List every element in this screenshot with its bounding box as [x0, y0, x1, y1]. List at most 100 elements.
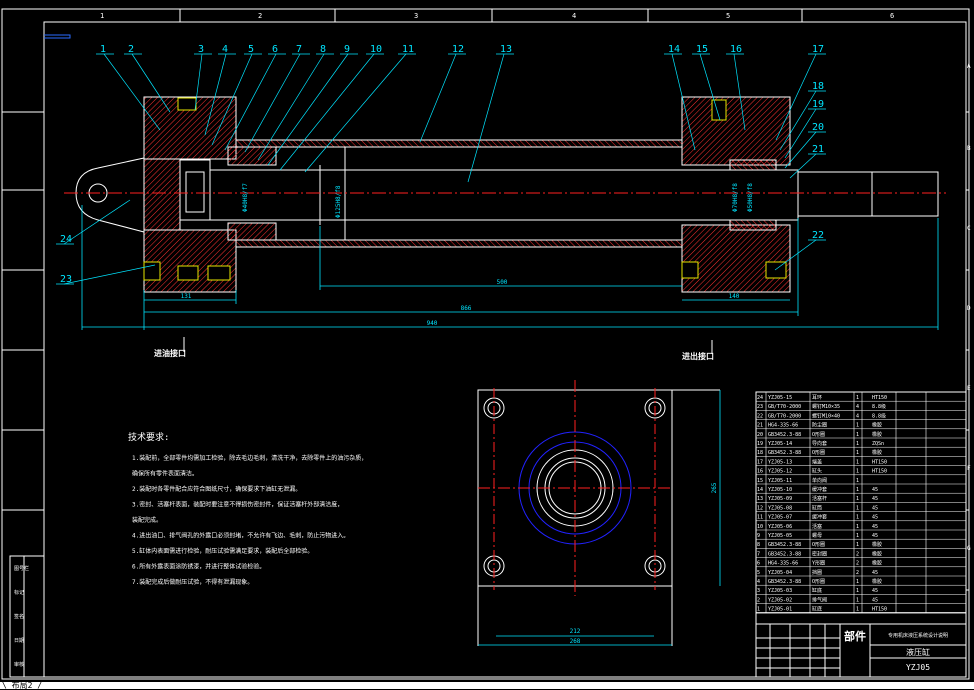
zone-column-label: 4 [572, 12, 576, 20]
parts-table-cell: 1 [856, 496, 859, 502]
parts-table-cell: 22 [757, 413, 763, 419]
title-block-project: 专用机床液压系统设计说明 [888, 632, 948, 639]
parts-table-cell: 45 [872, 597, 878, 603]
parts-table-cell: 1 [856, 469, 859, 475]
parts-table-cell: 20 [757, 432, 763, 438]
parts-table-cell: 1 [856, 607, 859, 613]
parts-table-cell: YZJ05-11 [768, 478, 792, 484]
parts-table-cell: YZJ05-10 [768, 487, 792, 493]
parts-table-cell: 单向阀 [812, 477, 827, 484]
parts-table-cell: 1 [856, 487, 859, 493]
title-block-drawing-no: YZJ05 [906, 663, 930, 672]
part-number-label: 10 [370, 44, 382, 55]
parts-table-cell: O形圈 [812, 541, 825, 548]
parts-table-cell: 橡胶 [872, 449, 882, 456]
parts-list-table: 24 YZJ05-15 耳环 1 HT15023 GB/T70-2000 螺钉M10×35 4… [755, 391, 967, 625]
piston-bottom [227, 222, 277, 241]
parts-table-cell: 1 [856, 588, 859, 594]
parts-table-cell: GB/T70-2000 [768, 404, 801, 410]
piston-rod [209, 169, 799, 221]
dim-500: 500 [497, 279, 508, 286]
parts-table-cell: 8 [757, 542, 760, 548]
part-number-label: 20 [812, 122, 824, 133]
part-number-label: 22 [812, 230, 824, 241]
parts-table-cell: 45 [872, 533, 878, 539]
gland-seal [729, 159, 777, 171]
part-leader-line [304, 53, 407, 173]
dim-131: 131 [181, 293, 192, 300]
parts-table-cell: 1 [856, 542, 859, 548]
parts-table-cell: GB3452.3-88 [768, 551, 801, 557]
part-number-label: 24 [60, 234, 72, 245]
part-number-label: 14 [668, 44, 680, 55]
parts-table-cell: Y形圈 [812, 560, 825, 567]
parts-table-cell: YZJ05-12 [768, 469, 792, 475]
dim-bore-right-a: Φ70H8/f8 [732, 183, 739, 212]
note-line: 3.密封、活塞杆表面，装配时要注意不得损伤密封件，保证活塞杆外部清洁度， [132, 501, 343, 509]
parts-table-cell: 螺钉M10×40 [812, 412, 840, 419]
notes-title: 技术要求: [128, 431, 169, 443]
side-panel-label: 图号栏 [14, 565, 29, 572]
parts-table-cell: HT150 [872, 459, 887, 465]
parts-table-cell: 17 [757, 459, 763, 465]
note-line: 4.进出油口、排气阀孔的外露口必须封堵，不允许有飞边、毛刺，防止污物进入。 [132, 532, 349, 540]
parts-table-cell: 1 [856, 441, 859, 447]
parts-table-cell: 2 [757, 597, 760, 603]
end-cap-right-bottom [681, 224, 791, 293]
parts-table-cell: 3 [757, 588, 760, 594]
parts-table-cell: YZJ05-03 [768, 588, 792, 594]
parts-table-cell: 1 [856, 395, 859, 401]
parts-table-cell: 1 [856, 459, 859, 465]
parts-table-cell: 防尘圈 [812, 422, 827, 429]
part-number-label: 13 [500, 44, 512, 55]
parts-table-cell: 1 [856, 432, 859, 438]
zone-column-label: 3 [414, 12, 418, 20]
part-number-label: 18 [812, 81, 824, 92]
parts-table-cell: 端盖 [812, 458, 822, 465]
part-number-label: 3 [198, 44, 204, 55]
parts-table-cell: HT150 [872, 469, 887, 475]
layout-tab-bar[interactable]: \ 布局2 / [0, 682, 974, 690]
note-line: 装配完成。 [132, 516, 162, 524]
part-leader-line [63, 264, 156, 285]
zone-column-label: 2 [258, 12, 262, 20]
part-leader-line [103, 53, 161, 131]
parts-table-cell: 1 [856, 524, 859, 530]
parts-table-cell: 8.8级 [872, 403, 886, 410]
parts-table-cell: 45 [872, 588, 878, 594]
parts-table-cell: 14 [757, 487, 763, 493]
gland-seal-bottom [729, 219, 777, 231]
part-number-label: 4 [222, 44, 228, 55]
parts-table-cell: ZQSn [872, 441, 884, 447]
zone-row-label: C [967, 225, 971, 232]
parts-table-cell: 挡圈 [812, 569, 822, 576]
parts-table-cell: 活塞 [812, 523, 822, 530]
zone-column-label: 5 [726, 12, 730, 20]
part-leader-line [279, 53, 375, 171]
parts-table-cell: 13 [757, 496, 763, 502]
parts-table-cell: 45 [872, 505, 878, 511]
rod-end-thread [871, 171, 939, 217]
parts-table-cell: 18 [757, 450, 763, 456]
flange-end-view: 212 268 265 [477, 380, 721, 646]
parts-table-cell: 1 [856, 597, 859, 603]
parts-table-cell: GB3452.3-88 [768, 432, 801, 438]
side-panel-label: 审核 [14, 661, 24, 668]
piston-top [227, 146, 277, 166]
parts-table-cell: 10 [757, 524, 763, 530]
dim-140: 140 [729, 293, 740, 300]
cad-drawing-canvas[interactable]: 123456 ABCDEFG 1 2 3 4 5 6 7 8 9 10 11 1… [0, 0, 974, 682]
part-leader-line [419, 53, 457, 143]
parts-table-cell: GB3452.3-88 [768, 450, 801, 456]
cylinder-tube-bottom [235, 239, 683, 248]
dim-bore-right-b: Φ50H8/f8 [747, 183, 754, 212]
parts-table-cell: O形圈 [812, 431, 825, 438]
parts-table-cell: 4 [757, 579, 760, 585]
parts-table-cell: 2 [856, 561, 859, 567]
side-panel-label: 日期 [14, 638, 24, 644]
parts-table-cell: 45 [872, 496, 878, 502]
parts-table-cell: 橡胶 [872, 541, 882, 548]
zone-column-label: 1 [100, 12, 104, 20]
part-number-label: 2 [128, 44, 134, 55]
parts-table-cell: 24 [757, 395, 763, 401]
